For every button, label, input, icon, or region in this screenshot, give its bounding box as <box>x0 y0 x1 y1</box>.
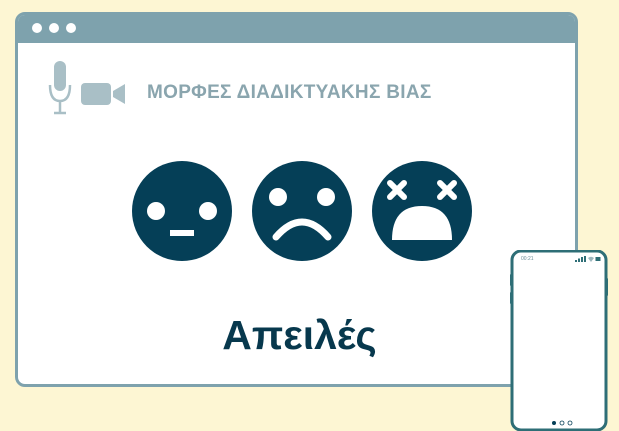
window-titlebar <box>18 15 575 43</box>
smartphone <box>510 250 608 431</box>
window-dot-1[interactable] <box>32 23 42 33</box>
browser-window: ΜΟΡΦΕΣ ΔΙΑΔΙΚΤΥΑΚΗΣ ΒΙΑΣ Απειλές <box>15 12 578 387</box>
microphone-icon[interactable] <box>48 61 72 117</box>
wifi-icon <box>588 256 594 262</box>
sad-face-icon <box>252 161 352 261</box>
window-title: ΜΟΡΦΕΣ ΔΙΑΔΙΚΤΥΑΚΗΣ ΒΙΑΣ <box>147 82 432 103</box>
window-dot-3[interactable] <box>66 23 76 33</box>
window-toolbar: ΜΟΡΦΕΣ ΔΙΑΔΙΚΤΥΑΚΗΣ ΒΙΑΣ <box>18 43 575 115</box>
phone-time: 00:21 <box>521 256 534 262</box>
window-dot-2[interactable] <box>49 23 59 33</box>
dizzy-face-icon <box>372 161 472 261</box>
caption-threats: Απειλές <box>222 312 377 358</box>
page-indicator[interactable] <box>551 420 573 426</box>
battery-icon <box>595 257 601 261</box>
video-camera-icon[interactable] <box>81 83 127 105</box>
neutral-face-icon <box>132 161 232 261</box>
signal-icon <box>575 256 586 262</box>
phone-status-bar <box>575 256 601 262</box>
